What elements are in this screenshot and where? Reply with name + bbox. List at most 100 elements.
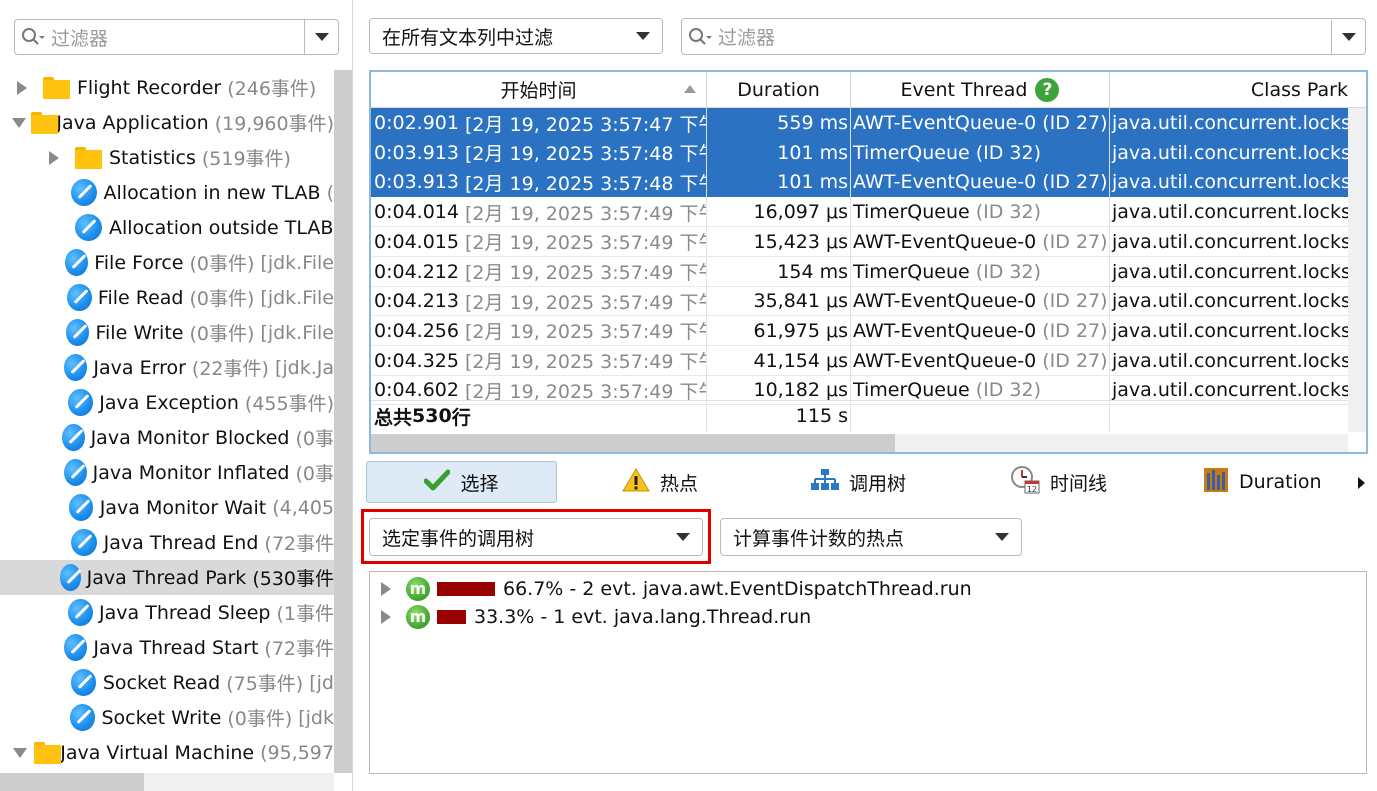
- cell-duration: 41,154 μs: [707, 345, 851, 376]
- collapsed-arrow-icon[interactable]: [17, 80, 37, 95]
- tree-item[interactable]: Java Virtual Machine (95,597: [0, 735, 334, 770]
- column-header-event-thread[interactable]: Event Thread ?: [851, 72, 1110, 108]
- tab-timeline[interactable]: 12 时间线: [1010, 461, 1107, 503]
- event-type-icon: [68, 494, 94, 521]
- table-row[interactable]: 0:04.014 [2月 19, 2025 3:57:49 下午] 16,097 μ…: [371, 197, 1348, 228]
- table-row[interactable]: 0:02.901 [2月 19, 2025 3:57:47 下午] 559 ms AW…: [371, 108, 1348, 138]
- event-type-icon: [70, 669, 97, 696]
- event-type-icon: [71, 179, 97, 206]
- column-header-duration[interactable]: Duration: [707, 72, 851, 108]
- cell-start-time: 0:04.213 [2月 19, 2025 3:57:49 下午]: [371, 286, 707, 317]
- table-row[interactable]: 0:03.913 [2月 19, 2025 3:57:48 下午] 101 ms AW…: [371, 167, 1348, 198]
- tree-item[interactable]: Flight Recorder (246事件): [0, 70, 334, 105]
- hotspot-mode-select[interactable]: 计算事件计数的热点: [720, 518, 1022, 556]
- cell-event-thread: AWT-EventQueue-0 (ID 27): [851, 315, 1110, 346]
- tree-item[interactable]: Java Thread Sleep (1事件: [0, 595, 334, 630]
- table-row[interactable]: 0:03.913 [2月 19, 2025 3:57:48 下午] 101 ms Ti…: [371, 137, 1348, 168]
- tree-item-count: (0事: [295, 463, 335, 485]
- tree-item[interactable]: Java Thread Start (72事件: [0, 630, 334, 665]
- filter-placeholder: 过滤器: [718, 27, 776, 49]
- event-type-filter[interactable]: 过滤器: [14, 19, 339, 55]
- column-filter-select[interactable]: 在所有文本列中过滤: [369, 18, 663, 54]
- tree-item[interactable]: Allocation in new TLAB(: [0, 175, 334, 210]
- tree-item[interactable]: Socket Read (75事件) [jd: [0, 665, 334, 700]
- tree-item-count: (246事件): [227, 78, 317, 100]
- check-icon: [423, 469, 451, 496]
- event-type-icon: [67, 284, 92, 311]
- tab-call-tree[interactable]: 调用树: [811, 461, 906, 503]
- table-row[interactable]: 0:04.325 [2月 19, 2025 3:57:49 下午] 41,154 μ…: [371, 345, 1348, 376]
- cell-event-thread: TimerQueue (ID 32): [851, 137, 1110, 168]
- filter-dropdown-button[interactable]: [304, 20, 338, 54]
- tree-item-count: (22事件): [191, 358, 269, 380]
- event-type-icon: [64, 249, 89, 276]
- chevron-down-icon: [1341, 32, 1356, 41]
- tree-item[interactable]: Java Exception (455事件): [0, 385, 334, 420]
- chevron-down-icon: [995, 533, 1009, 541]
- tree-item[interactable]: File Write (0事件) [jdk.File: [0, 315, 334, 350]
- tree-item[interactable]: Java Error (22事件) [jdk.Ja: [0, 350, 334, 385]
- tab-duration[interactable]: Duration: [1203, 461, 1322, 503]
- tree-item[interactable]: Java Application (19,960事件): [0, 105, 334, 140]
- event-filter-input[interactable]: 过滤器: [681, 18, 1366, 55]
- tab-hotspots[interactable]: 热点: [622, 461, 698, 503]
- column-header-label: Duration: [737, 78, 820, 101]
- expanded-arrow-icon[interactable]: [12, 117, 27, 128]
- help-icon[interactable]: ?: [1035, 77, 1060, 102]
- folder-icon: [31, 111, 59, 134]
- tree-item-label: Java Application: [56, 111, 209, 134]
- tree-vertical-scrollbar[interactable]: [334, 70, 352, 773]
- table-row[interactable]: 0:04.213 [2月 19, 2025 3:57:49 下午] 35,841 μ…: [371, 286, 1348, 317]
- table-row[interactable]: 0:04.256 [2月 19, 2025 3:57:49 下午] 61,975 μ…: [371, 315, 1348, 346]
- tree-item[interactable]: File Force (0事件) [jdk.File: [0, 245, 334, 280]
- search-icon: [682, 20, 718, 54]
- tree-item[interactable]: Java Monitor Wait (4,405: [0, 490, 334, 525]
- collapsed-arrow-icon[interactable]: [381, 582, 391, 596]
- cell-duration: 16,097 μs: [707, 197, 851, 228]
- tree-item-count: (530事件: [252, 568, 334, 590]
- tree-item[interactable]: Java Thread Park (530事件: [0, 560, 334, 595]
- call-tree-node[interactable]: m 33.3% - 1 evt. java.lang.Thread.run: [370, 603, 811, 631]
- footer-cell: [851, 401, 1110, 431]
- tree-item-label: Java Virtual Machine: [60, 741, 255, 764]
- tree-item-count: (72事件: [264, 638, 334, 660]
- call-tree-view-select[interactable]: 选定事件的调用树: [369, 518, 703, 556]
- tree-item[interactable]: File Read (0事件) [jdk.File: [0, 280, 334, 315]
- collapsed-arrow-icon[interactable]: [49, 150, 69, 165]
- tree-item-count: (0事件): [189, 253, 255, 275]
- tab-scroll-right-arrow[interactable]: [1358, 477, 1365, 489]
- event-table: 开始时间 Duration Event Thread ? Class Park …: [369, 70, 1368, 454]
- tree-item[interactable]: Java Thread End (72事件: [0, 525, 334, 560]
- tab-selection[interactable]: 选择: [366, 461, 557, 503]
- chevron-down-icon: [636, 32, 650, 40]
- table-row[interactable]: 0:04.015 [2月 19, 2025 3:57:49 下午] 15,423 μ…: [371, 226, 1348, 257]
- tree-item-count: (0事件): [189, 288, 255, 310]
- tree-item[interactable]: Java Monitor Blocked (0事: [0, 420, 334, 455]
- expanded-arrow-icon[interactable]: [13, 747, 29, 758]
- tree-item-count: (1事件: [276, 603, 334, 625]
- column-header-label: Class Park: [1250, 78, 1348, 101]
- cell-event-thread: AWT-EventQueue-0 (ID 27): [851, 226, 1110, 257]
- tree-item[interactable]: Allocation outside TLAB: [0, 210, 334, 245]
- filter-dropdown-button[interactable]: [1331, 19, 1365, 54]
- column-header-class-park[interactable]: Class Park: [1110, 72, 1348, 108]
- tree-item[interactable]: Statistics (519事件): [0, 140, 334, 175]
- call-tree-node[interactable]: m 66.7% - 2 evt. java.awt.EventDispatchTh…: [370, 575, 972, 603]
- cell-event-thread: AWT-EventQueue-0 (ID 27): [851, 345, 1110, 376]
- table-horizontal-scrollbar[interactable]: [371, 434, 1348, 452]
- tab-label: Duration: [1239, 471, 1322, 493]
- cell-start-time: 0:04.015 [2月 19, 2025 3:57:49 下午]: [371, 226, 707, 257]
- table-vertical-scrollbar[interactable]: [1348, 108, 1366, 432]
- tab-label: 热点: [660, 472, 699, 495]
- table-row[interactable]: 0:04.212 [2月 19, 2025 3:57:49 下午] 154 ms Ti…: [371, 256, 1348, 287]
- collapsed-arrow-icon[interactable]: [381, 610, 391, 624]
- tree-item-label: Java Thread Sleep: [99, 601, 271, 624]
- tree-item-count: (95,597: [260, 741, 334, 764]
- cell-event-thread: TimerQueue (ID 32): [851, 197, 1110, 228]
- tree-item[interactable]: Socket Write (0事件) [jdk: [0, 700, 334, 735]
- column-header-start-time[interactable]: 开始时间: [371, 72, 707, 108]
- tree-horizontal-scrollbar[interactable]: [0, 773, 334, 791]
- event-type-icon: [71, 529, 97, 556]
- tree-item[interactable]: Java Monitor Inflated (0事: [0, 455, 334, 490]
- call-tree-node-label: 33.3% - 1 evt. java.lang.Thread.run: [474, 606, 812, 628]
